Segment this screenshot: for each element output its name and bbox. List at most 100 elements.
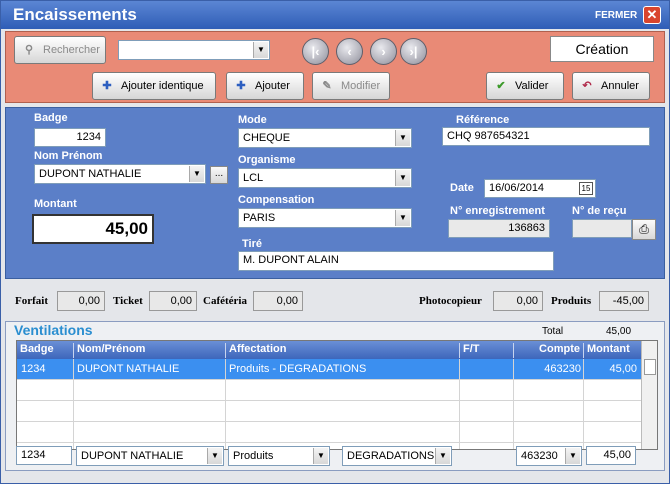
organism-combo[interactable]: LCL ▼ bbox=[238, 168, 412, 188]
search-button[interactable]: ⚲ Rechercher bbox=[14, 36, 106, 64]
pencil-icon: ✎ bbox=[322, 80, 332, 92]
ticket-label: Ticket bbox=[113, 295, 143, 307]
row-affectation: Produits - DEGRADATIONS bbox=[229, 363, 367, 375]
ventilations-table: Badge Nom/Prénom Affectation F/T Compte … bbox=[16, 340, 658, 450]
compensation-combo[interactable]: PARIS ▼ bbox=[238, 208, 412, 228]
previous-record-button[interactable]: ‹ bbox=[336, 38, 363, 65]
row-amount: 45,00 bbox=[609, 363, 637, 375]
edit-name-value: DUPONT NATHALIE bbox=[81, 450, 184, 462]
table-row[interactable] bbox=[17, 401, 641, 422]
cancel-button[interactable]: ↶ Annuler bbox=[572, 72, 650, 100]
table-row[interactable] bbox=[17, 422, 641, 443]
cafeteria-value: 0,00 bbox=[253, 291, 303, 311]
badge-label: Badge bbox=[34, 112, 68, 124]
row-account: 463230 bbox=[544, 363, 581, 375]
edit-account-value: 463230 bbox=[521, 450, 558, 462]
column-header-account[interactable]: Compte bbox=[513, 343, 583, 358]
amount-label: Montant bbox=[34, 198, 77, 210]
mode-combo[interactable]: CHEQUE ▼ bbox=[238, 128, 412, 148]
add-button[interactable]: ✚ Ajouter bbox=[226, 72, 304, 100]
toolbar: ⚲ Rechercher ▼ |‹ ‹ › ›| Création ✚ Ajou… bbox=[5, 31, 665, 103]
column-divider bbox=[225, 359, 226, 449]
table-row[interactable] bbox=[17, 380, 641, 401]
edit-subcategory-value: DEGRADATIONS bbox=[347, 450, 435, 462]
column-divider bbox=[459, 359, 460, 449]
photocopier-label: Photocopieur bbox=[419, 295, 482, 307]
reference-label: Référence bbox=[456, 114, 510, 126]
receipt-label: N° de reçu bbox=[572, 205, 627, 217]
window-title: Encaissements bbox=[13, 5, 137, 24]
chevron-down-icon[interactable]: ▼ bbox=[313, 448, 328, 464]
column-header-ft[interactable]: F/T bbox=[459, 343, 513, 358]
forfait-label: Forfait bbox=[15, 295, 48, 307]
close-button[interactable]: ✕ bbox=[643, 6, 661, 24]
reference-field[interactable]: CHQ 987654321 bbox=[442, 127, 650, 146]
cancel-label: Annuler bbox=[601, 80, 639, 92]
edit-subcategory-combo[interactable]: DEGRADATIONS ▼ bbox=[342, 446, 452, 466]
products-label: Produits bbox=[551, 295, 592, 307]
chevron-down-icon[interactable]: ▼ bbox=[565, 448, 580, 464]
add-document-icon: ✚ bbox=[102, 80, 112, 92]
edit-amount-field[interactable]: 45,00 bbox=[586, 446, 636, 465]
drawer-label: Tiré bbox=[242, 238, 262, 250]
scrollbar-thumb[interactable] bbox=[644, 359, 656, 375]
calendar-icon[interactable]: 15 bbox=[579, 182, 593, 195]
browse-button[interactable]: ... bbox=[210, 166, 228, 184]
validate-label: Valider bbox=[515, 80, 549, 92]
badge-field[interactable]: 1234 bbox=[34, 128, 106, 147]
ventilations-panel: Ventilations Total 45,00 Badge Nom/Préno… bbox=[5, 321, 665, 471]
mode-value: CHEQUE bbox=[243, 132, 291, 144]
date-value: 16/06/2014 bbox=[489, 182, 545, 194]
column-header-name[interactable]: Nom/Prénom bbox=[73, 343, 225, 358]
add-identical-label: Ajouter identique bbox=[121, 80, 204, 92]
magnifier-icon: ⚲ bbox=[24, 44, 34, 56]
encaissements-window: Encaissements FERMER ✕ ⚲ Rechercher ▼ |‹… bbox=[0, 0, 670, 484]
close-label[interactable]: FERMER bbox=[595, 10, 637, 21]
totals-bar: Forfait 0,00 Ticket 0,00 Cafétéria 0,00 … bbox=[5, 285, 665, 319]
name-value: DUPONT NATHALIE bbox=[39, 168, 142, 180]
amount-field[interactable]: 45,00 bbox=[32, 214, 154, 244]
organism-value: LCL bbox=[243, 172, 264, 184]
table-row[interactable]: 1234 DUPONT NATHALIE Produits - DEGRADAT… bbox=[17, 359, 641, 380]
chevron-down-icon[interactable]: ▼ bbox=[395, 210, 410, 226]
modify-button[interactable]: ✎ Modifier bbox=[312, 72, 390, 100]
compensation-value: PARIS bbox=[243, 212, 276, 224]
search-button-label: Rechercher bbox=[43, 44, 100, 56]
chevron-down-icon[interactable]: ▼ bbox=[395, 170, 410, 186]
mode-label: Mode bbox=[238, 114, 267, 126]
chevron-down-icon[interactable]: ▼ bbox=[435, 448, 450, 464]
add-label: Ajouter bbox=[255, 80, 290, 92]
chevron-down-icon[interactable]: ▼ bbox=[207, 448, 222, 464]
forfait-value: 0,00 bbox=[57, 291, 105, 311]
first-record-button[interactable]: |‹ bbox=[302, 38, 329, 65]
chevron-down-icon[interactable]: ▼ bbox=[253, 42, 268, 58]
chevron-down-icon[interactable]: ▼ bbox=[395, 130, 410, 146]
cafeteria-label: Cafétéria bbox=[203, 295, 247, 307]
edit-category-combo[interactable]: Produits ▼ bbox=[228, 446, 330, 466]
registration-label: N° enregistrement bbox=[450, 205, 545, 217]
search-combo[interactable]: ▼ bbox=[118, 40, 270, 60]
date-field[interactable]: 16/06/2014 15 bbox=[484, 179, 596, 198]
validate-button[interactable]: ✔ Valider bbox=[486, 72, 564, 100]
edit-badge-field[interactable]: 1234 bbox=[16, 446, 72, 465]
table-scrollbar[interactable] bbox=[641, 341, 657, 449]
column-header-affectation[interactable]: Affectation bbox=[225, 343, 459, 358]
next-record-button[interactable]: › bbox=[370, 38, 397, 65]
row-name: DUPONT NATHALIE bbox=[77, 363, 180, 375]
add-identical-button[interactable]: ✚ Ajouter identique bbox=[92, 72, 216, 100]
payment-form: Badge 1234 Nom Prénom DUPONT NATHALIE ▼ … bbox=[5, 107, 665, 279]
name-combo[interactable]: DUPONT NATHALIE ▼ bbox=[34, 164, 206, 184]
photocopier-value: 0,00 bbox=[493, 291, 543, 311]
printer-icon[interactable]: ⎙ bbox=[632, 219, 656, 240]
chevron-down-icon[interactable]: ▼ bbox=[189, 166, 204, 182]
ticket-value: 0,00 bbox=[149, 291, 197, 311]
column-header-amount[interactable]: Montant bbox=[583, 343, 641, 358]
column-header-badge[interactable]: Badge bbox=[17, 343, 73, 358]
compensation-label: Compensation bbox=[238, 194, 315, 206]
last-record-button[interactable]: ›| bbox=[400, 38, 427, 65]
edit-account-combo[interactable]: 463230 ▼ bbox=[516, 446, 582, 466]
drawer-field[interactable]: M. DUPONT ALAIN bbox=[238, 251, 554, 271]
column-divider bbox=[583, 359, 584, 449]
edit-name-combo[interactable]: DUPONT NATHALIE ▼ bbox=[76, 446, 224, 466]
receipt-field bbox=[572, 219, 632, 238]
